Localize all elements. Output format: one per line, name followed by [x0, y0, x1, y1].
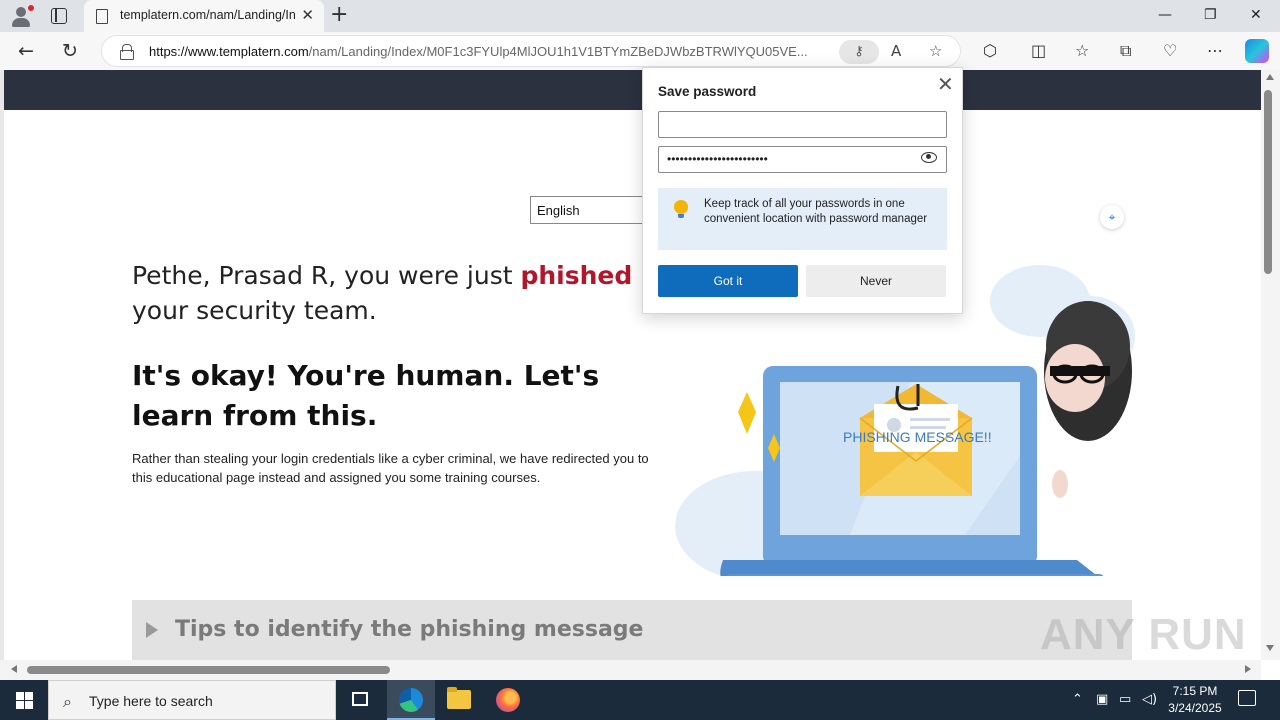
browser-toolbar: ← ↻ https://www.templatern.com/nam/Landi… — [0, 32, 1280, 70]
dialog-title: Save password — [658, 84, 757, 99]
taskbar-file-explorer[interactable] — [435, 680, 483, 720]
clock-time: 7:15 PM — [1172, 684, 1218, 698]
extensions-icon[interactable]: ⬡ — [983, 41, 997, 61]
firefox-icon — [496, 688, 520, 712]
password-manager-info: Keep track of all your passwords in one … — [658, 188, 947, 250]
split-screen-icon[interactable]: ◫ — [1031, 41, 1046, 61]
phished-word: phished — [520, 261, 633, 290]
page-headline: Pethe, Prasad R, you were just phished b… — [132, 261, 671, 325]
password-field[interactable]: •••••••••••••••••••••••• — [658, 146, 947, 173]
lock-icon[interactable] — [120, 44, 134, 60]
back-button[interactable]: ← — [18, 40, 34, 62]
taskbar-firefox[interactable] — [484, 680, 532, 720]
restore-button[interactable]: ❐ — [1204, 6, 1217, 24]
edge-icon — [399, 688, 423, 712]
visual-search-icon[interactable]: ⌖ — [1100, 205, 1124, 229]
vertical-scrollbar[interactable] — [1261, 70, 1280, 660]
lightbulb-icon — [674, 200, 688, 218]
tips-label: Tips to identify the phishing message — [175, 617, 644, 642]
browser-tab-bar: templatern.com/nam/Landing/In ✕ + — ❐ ✕ — [0, 0, 1280, 32]
expand-arrow-icon — [146, 622, 158, 638]
collections-icon[interactable]: ⧉ — [1120, 41, 1131, 61]
windows-taskbar: ⌕ Type here to search ⌃ ▣ ▭ ◁) 7:15 PM 3… — [0, 680, 1280, 720]
refresh-button[interactable]: ↻ — [62, 40, 78, 62]
clock-date: 3/24/2025 — [1168, 701, 1222, 715]
url-text[interactable]: https://www.templatern.com/nam/Landing/I… — [149, 44, 839, 59]
search-placeholder: Type here to search — [89, 693, 213, 709]
page-border — [0, 70, 4, 660]
more-icon[interactable]: ⋯ — [1207, 41, 1223, 61]
file-explorer-icon — [447, 687, 471, 709]
dialog-close-icon[interactable]: ✕ — [937, 73, 954, 95]
minimize-button[interactable]: — — [1158, 6, 1172, 24]
task-view-icon — [352, 692, 368, 706]
horizontal-scroll-thumb[interactable] — [27, 666, 390, 674]
read-aloud-icon[interactable]: A — [891, 42, 901, 60]
new-tab-button[interactable]: + — [330, 3, 348, 27]
taskbar-edge[interactable] — [387, 680, 435, 720]
got-it-button[interactable]: Got it — [658, 265, 798, 297]
page-subheading: It's okay! You're human. Let's learn fro… — [132, 359, 600, 432]
windows-start-icon[interactable] — [16, 692, 33, 709]
address-bar[interactable]: https://www.templatern.com/nam/Landing/I… — [101, 35, 961, 67]
taskbar-clock[interactable]: 7:15 PM 3/24/2025 — [1160, 683, 1230, 717]
favorite-star-icon[interactable]: ☆ — [929, 42, 942, 60]
watermark: ANY RUN — [1040, 610, 1247, 659]
key-icon[interactable]: ⚷ — [839, 40, 879, 64]
scroll-left-icon[interactable] — [11, 665, 17, 673]
page-viewport: English ⌖ Pethe, Prasad R, you were just… — [0, 70, 1280, 680]
window-close-button[interactable]: ✕ — [1250, 6, 1262, 24]
page-body-text: Rather than stealing your login credenti… — [132, 451, 649, 485]
taskbar-search-box[interactable]: ⌕ Type here to search — [48, 680, 336, 720]
browser-essentials-icon[interactable]: ♡ — [1163, 41, 1177, 61]
tab-close-icon[interactable]: ✕ — [301, 7, 314, 23]
tray-device-icon[interactable]: ▣ — [1096, 691, 1108, 709]
search-icon: ⌕ — [63, 692, 72, 711]
horizontal-scrollbar[interactable] — [0, 660, 1261, 680]
info-text: Keep track of all your passwords in one … — [704, 198, 928, 225]
illustration-caption: PHISHING MESSAGE!! — [843, 429, 992, 445]
username-field[interactable] — [658, 111, 947, 138]
volume-icon[interactable]: ◁) — [1142, 691, 1157, 709]
scroll-right-icon[interactable] — [1245, 665, 1251, 673]
save-password-dialog: Save password ✕ ••••••••••••••••••••••••… — [642, 67, 963, 314]
browser-tab[interactable]: templatern.com/nam/Landing/In ✕ — [84, 0, 324, 32]
tips-accordion[interactable]: Tips to identify the phishing message — [132, 600, 1132, 660]
copilot-icon[interactable] — [1245, 39, 1269, 63]
show-password-eye-icon[interactable] — [921, 152, 937, 163]
tab-title: templatern.com/nam/Landing/In — [120, 8, 295, 22]
profile-icon[interactable] — [10, 5, 34, 27]
network-icon[interactable]: ▭ — [1119, 691, 1131, 709]
favorites-icon[interactable]: ☆ — [1075, 41, 1089, 61]
tab-actions-icon[interactable] — [51, 8, 67, 24]
tray-chevron-icon[interactable]: ⌃ — [1072, 691, 1083, 709]
page-icon — [96, 9, 108, 24]
scroll-up-icon[interactable] — [1266, 74, 1274, 80]
never-button[interactable]: Never — [806, 265, 946, 297]
task-view-button[interactable] — [336, 680, 384, 720]
scroll-down-icon[interactable] — [1266, 645, 1274, 651]
notification-icon[interactable] — [1238, 690, 1256, 706]
vertical-scroll-thumb[interactable] — [1264, 90, 1272, 274]
site-header — [4, 70, 1261, 110]
